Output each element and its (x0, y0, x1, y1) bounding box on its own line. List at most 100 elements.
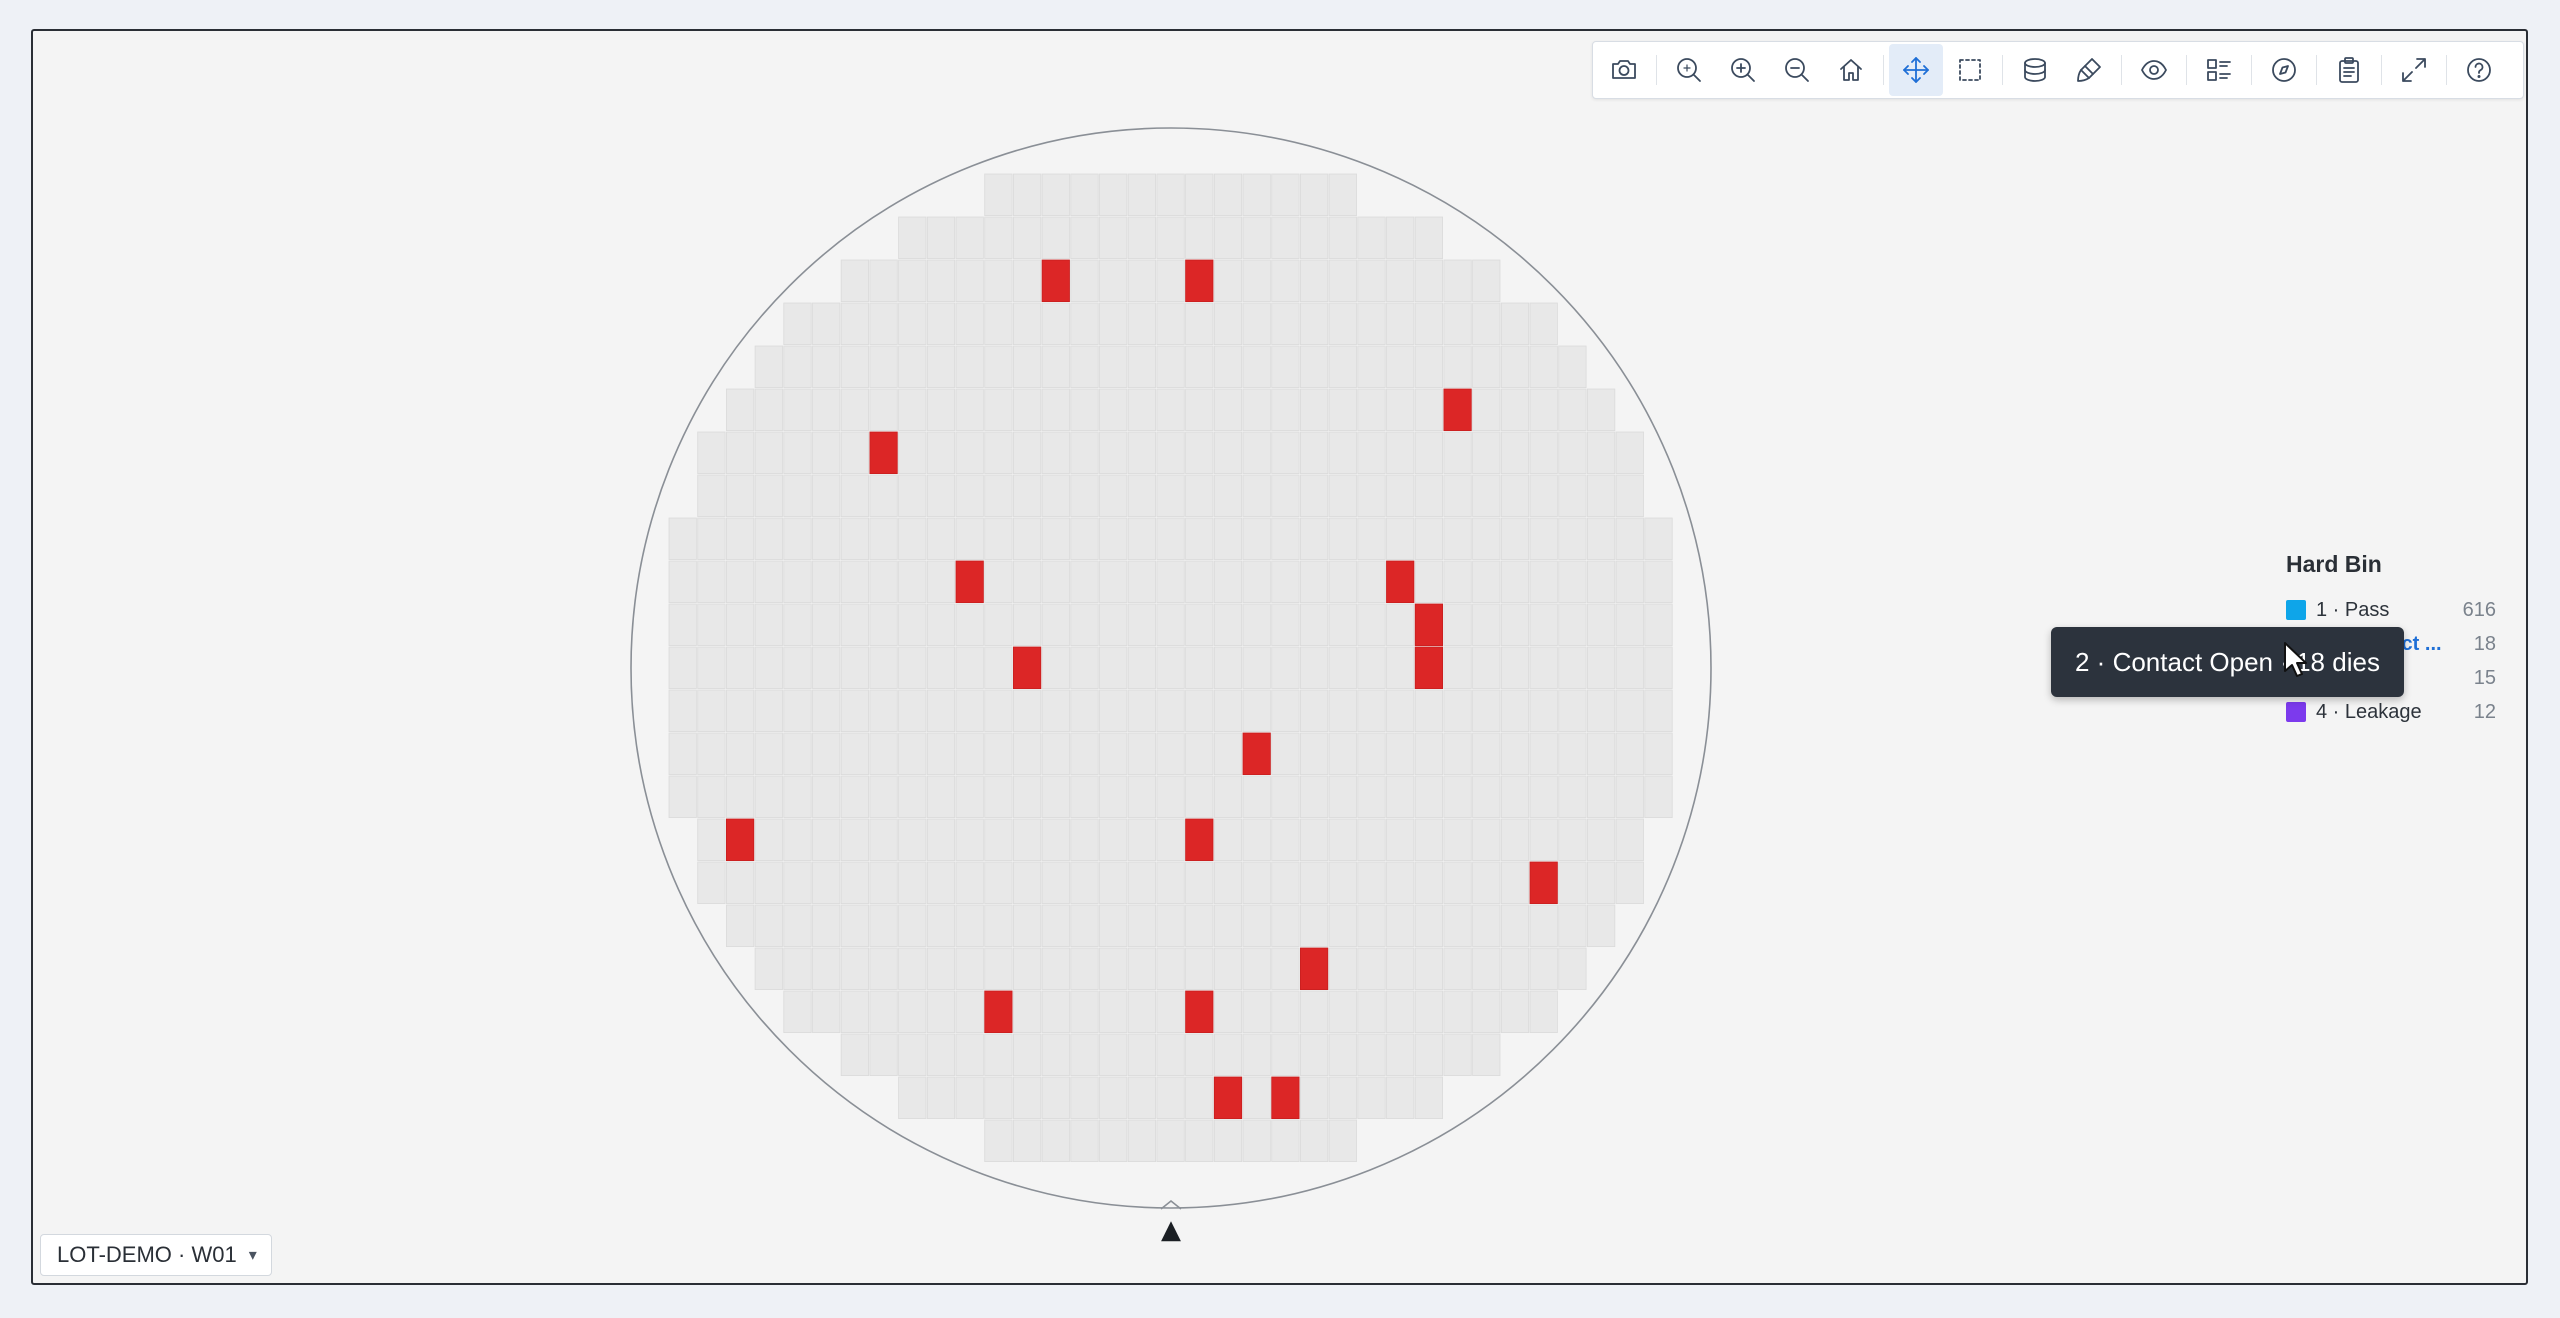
die[interactable] (984, 517, 1013, 560)
die[interactable] (1271, 431, 1300, 474)
die[interactable] (1644, 603, 1673, 646)
die[interactable] (1644, 560, 1673, 603)
die[interactable] (726, 603, 755, 646)
die[interactable] (840, 861, 870, 904)
die[interactable] (1357, 689, 1386, 732)
die[interactable] (1271, 990, 1300, 1033)
die[interactable] (1328, 474, 1357, 517)
die[interactable] (1213, 1033, 1243, 1076)
die[interactable] (1213, 259, 1243, 302)
die[interactable] (1099, 603, 1128, 646)
die[interactable] (898, 345, 927, 388)
die[interactable] (1213, 216, 1243, 259)
die[interactable] (1242, 646, 1271, 689)
die[interactable] (984, 345, 1013, 388)
die[interactable] (1558, 861, 1587, 904)
die[interactable] (1185, 474, 1214, 517)
die[interactable] (1213, 861, 1243, 904)
die[interactable] (1127, 1076, 1156, 1119)
die[interactable] (1328, 689, 1357, 732)
die[interactable] (1127, 818, 1156, 861)
die[interactable] (1013, 1076, 1042, 1119)
die[interactable] (1529, 732, 1558, 775)
die[interactable] (1156, 990, 1185, 1033)
die[interactable] (1185, 517, 1214, 560)
die[interactable] (1213, 990, 1243, 1033)
die[interactable] (1386, 732, 1415, 775)
die[interactable] (1271, 689, 1300, 732)
die[interactable] (1443, 474, 1472, 517)
die[interactable] (1357, 646, 1386, 689)
die[interactable] (812, 904, 841, 947)
die[interactable] (1357, 947, 1386, 990)
die[interactable] (1127, 689, 1156, 732)
die[interactable] (1500, 431, 1530, 474)
die[interactable] (697, 775, 726, 818)
die[interactable] (984, 302, 1013, 345)
report-button[interactable] (2322, 44, 2376, 96)
die[interactable] (1127, 345, 1156, 388)
die[interactable] (1070, 732, 1099, 775)
die[interactable] (1185, 732, 1214, 775)
die-contact-open[interactable] (1041, 259, 1070, 302)
die[interactable] (1099, 1076, 1128, 1119)
die[interactable] (1070, 173, 1099, 216)
die-contact-open[interactable] (1185, 259, 1214, 302)
die[interactable] (1271, 861, 1300, 904)
die[interactable] (812, 861, 841, 904)
die[interactable] (1013, 259, 1042, 302)
die[interactable] (783, 904, 812, 947)
die[interactable] (1013, 775, 1042, 818)
die[interactable] (1127, 517, 1156, 560)
die[interactable] (1271, 1033, 1300, 1076)
die[interactable] (1443, 775, 1472, 818)
die[interactable] (955, 818, 984, 861)
die[interactable] (1386, 517, 1415, 560)
die[interactable] (1041, 517, 1070, 560)
die[interactable] (1127, 947, 1156, 990)
die[interactable] (1041, 173, 1070, 216)
die[interactable] (1127, 388, 1156, 431)
die[interactable] (926, 1033, 956, 1076)
die[interactable] (1443, 431, 1472, 474)
die[interactable] (1472, 990, 1501, 1033)
die[interactable] (1213, 732, 1243, 775)
die[interactable] (1386, 603, 1415, 646)
die[interactable] (1386, 689, 1415, 732)
die[interactable] (754, 689, 783, 732)
die[interactable] (1070, 560, 1099, 603)
die[interactable] (1156, 560, 1185, 603)
die[interactable] (1357, 517, 1386, 560)
die[interactable] (812, 345, 841, 388)
die[interactable] (812, 775, 841, 818)
die[interactable] (697, 474, 726, 517)
die[interactable] (697, 646, 726, 689)
die[interactable] (898, 1076, 927, 1119)
die[interactable] (1472, 818, 1501, 861)
die[interactable] (1041, 302, 1070, 345)
die[interactable] (898, 302, 927, 345)
die[interactable] (754, 517, 783, 560)
die[interactable] (840, 345, 870, 388)
die[interactable] (1386, 861, 1415, 904)
die[interactable] (1500, 818, 1530, 861)
die[interactable] (1386, 474, 1415, 517)
die[interactable] (1558, 947, 1587, 990)
die[interactable] (697, 689, 726, 732)
die[interactable] (1070, 646, 1099, 689)
die[interactable] (754, 775, 783, 818)
die[interactable] (1070, 775, 1099, 818)
die[interactable] (898, 474, 927, 517)
die[interactable] (1357, 345, 1386, 388)
die[interactable] (955, 1033, 984, 1076)
die[interactable] (1587, 560, 1616, 603)
die[interactable] (812, 947, 841, 990)
die[interactable] (1529, 388, 1558, 431)
die[interactable] (783, 990, 812, 1033)
die[interactable] (1443, 517, 1472, 560)
die[interactable] (1357, 603, 1386, 646)
die[interactable] (1185, 947, 1214, 990)
die[interactable] (1357, 1076, 1386, 1119)
die[interactable] (1213, 947, 1243, 990)
die[interactable] (869, 302, 898, 345)
